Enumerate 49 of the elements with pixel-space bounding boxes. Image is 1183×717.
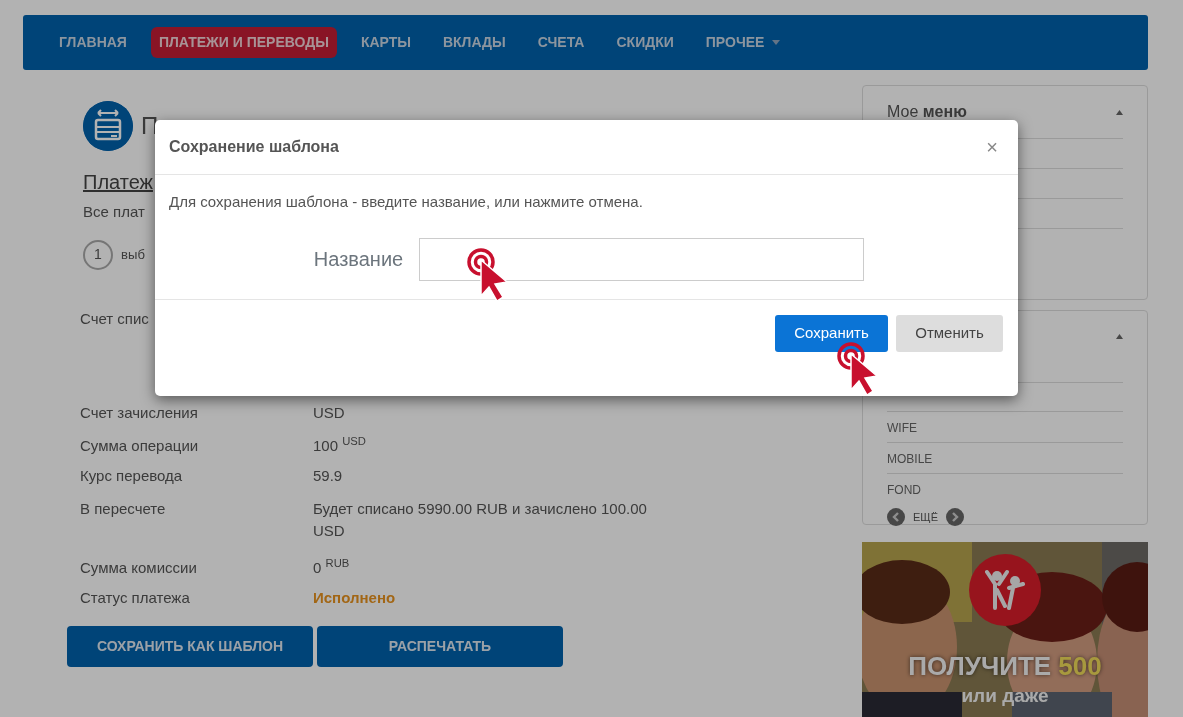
people-icon <box>985 568 1025 612</box>
panel-title: Мое меню <box>887 102 967 122</box>
save-template-button[interactable]: СОХРАНИТЬ КАК ШАБЛОН <box>67 625 313 667</box>
step-number: 1 <box>83 239 113 270</box>
detail-value: 59.9 <box>313 467 343 484</box>
sidebar-item[interactable]: FOND <box>887 473 1123 504</box>
detail-label: Сумма комиссии <box>80 557 198 578</box>
save-button[interactable]: Сохранить <box>775 314 888 352</box>
collapse-caret-icon[interactable] <box>1116 333 1123 339</box>
nav-tab[interactable]: СКИДКИ <box>608 27 682 58</box>
collapse-caret-icon[interactable] <box>1116 109 1123 115</box>
previous-icon[interactable] <box>887 508 905 526</box>
dialog-title: Сохранение шаблона <box>169 137 339 157</box>
detail-label: Сумма операции <box>80 435 200 456</box>
detail-label: Статус платежа <box>80 588 191 608</box>
detail-value: 0 $^{RUB}$ <box>313 558 350 576</box>
name-input-field[interactable] <box>419 237 865 281</box>
banner-subline: или даже <box>960 684 1050 708</box>
sidebar-item[interactable]: WIFE <box>887 411 1123 442</box>
dialog-message: Для сохранения шаблона - введите название, или нажмите отмена. <box>169 192 644 212</box>
detail-label: Счет зачисления <box>80 403 199 423</box>
detail-value: Будет списано 5990.00 RUB и зачислено 100.00 USD <box>313 498 648 541</box>
nav-tab[interactable]: ПЛАТЕЖИ И ПЕРЕВОДЫ <box>150 27 337 58</box>
promo-banner[interactable]: ПОЛУЧИТЕ 500 или даже <box>862 542 1148 717</box>
close-button[interactable]: × <box>980 136 1004 158</box>
sidebar-item[interactable]: MOBILE <box>887 442 1123 473</box>
banner-headline: ПОЛУЧИТЕ <box>908 651 1052 681</box>
caret-icon <box>772 40 781 45</box>
banner-amount: 500 <box>1058 651 1102 681</box>
nav-tab[interactable]: ВКЛАДЫ <box>434 27 514 58</box>
nav-tab[interactable]: КАРТЫ <box>352 27 419 58</box>
nav-tab[interactable]: ПРОЧЕЕ <box>697 27 789 58</box>
breadcrumb-link[interactable]: Платеж <box>83 167 153 197</box>
detail-value: USD <box>313 404 345 421</box>
detail-label: В пересчете <box>80 498 167 519</box>
detail-label: Курс перевода <box>80 466 184 486</box>
status-value: Исполнено <box>313 589 396 606</box>
detail-value: 100 $^{USD}$ <box>313 436 366 454</box>
cancel-button[interactable]: Отменить <box>896 314 1003 352</box>
detail-label: Счет спис <box>80 308 150 329</box>
nav-tab[interactable]: СЧЕТА <box>529 27 593 58</box>
next-icon[interactable] <box>946 508 964 526</box>
more-link[interactable]: ЕЩЁ <box>913 508 938 526</box>
nav-tab[interactable]: ГЛАВНАЯ <box>51 27 135 58</box>
page-subtitle: Все плат <box>83 203 145 220</box>
print-button[interactable]: РАСПЕЧАТАТЬ <box>317 625 563 667</box>
card-transfer-icon <box>83 101 133 151</box>
step-label: выб <box>121 245 145 264</box>
field-label: Название <box>313 247 404 272</box>
